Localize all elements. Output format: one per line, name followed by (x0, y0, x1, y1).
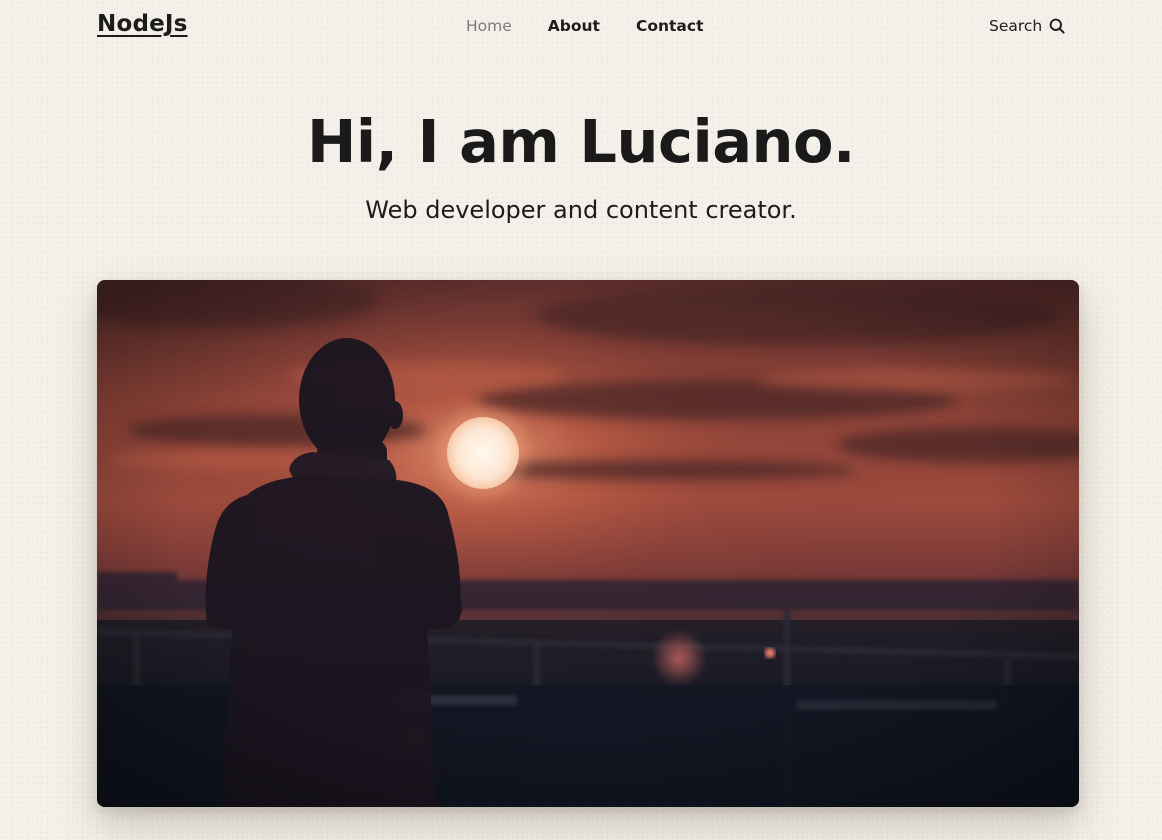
search-label: Search (989, 17, 1043, 35)
nav-home-link[interactable]: Home (466, 17, 512, 35)
site-header: NodeJs Home About Contact Search (0, 0, 1162, 56)
nav-contact-link[interactable]: Contact (636, 17, 704, 35)
hero-photo (97, 280, 1079, 807)
nav-about-link[interactable]: About (548, 17, 600, 35)
hero-title: Hi, I am Luciano. (307, 107, 855, 176)
main-nav: Home About Contact (466, 17, 740, 35)
site-logo[interactable]: NodeJs (97, 11, 188, 37)
search-icon (1049, 18, 1065, 34)
hero-subtitle: Web developer and content creator. (365, 196, 797, 224)
search-button[interactable]: Search (989, 17, 1065, 35)
